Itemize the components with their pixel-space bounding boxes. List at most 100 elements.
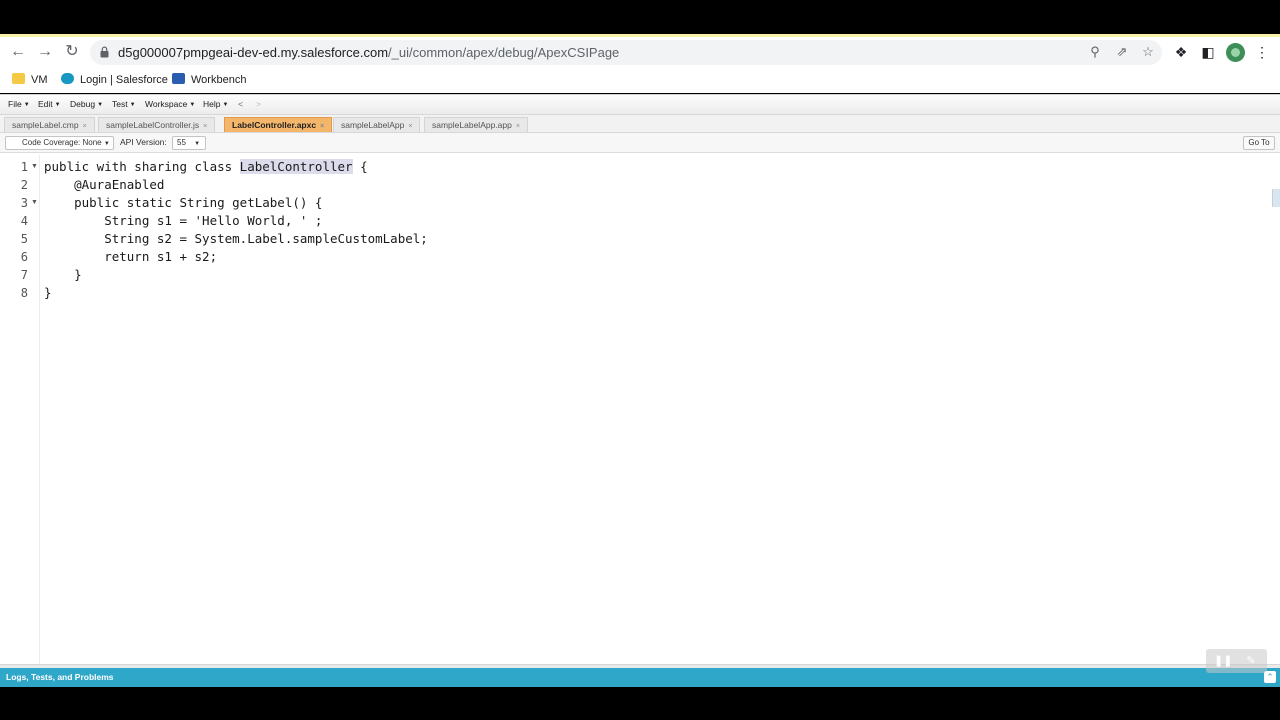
code-text: public with sharing class bbox=[44, 159, 240, 174]
menu-edit[interactable]: Edit ▼ bbox=[38, 99, 61, 109]
workbench-cube-icon bbox=[172, 73, 185, 84]
tab-label: LabelController.apxc bbox=[232, 120, 317, 130]
screen: ← → ↻ d5g000007pmpgeai-dev-ed.my.salesfo… bbox=[0, 0, 1280, 720]
caret-down-icon: ▼ bbox=[222, 102, 229, 108]
lock-icon bbox=[100, 46, 109, 58]
forward-arrow-icon[interactable]: → bbox=[35, 42, 55, 62]
line-number: 2 bbox=[20, 178, 28, 192]
salesforce-cloud-icon bbox=[61, 73, 74, 84]
bookmark-login-salesforce[interactable]: Login | Salesforce bbox=[61, 72, 168, 88]
line-number-gutter: 1 ▼ 2 3 ▼ 4 5 6 7 8 bbox=[0, 155, 40, 664]
close-icon[interactable]: × bbox=[83, 123, 87, 130]
side-panel-icon[interactable]: ◧ bbox=[1199, 43, 1217, 61]
line-number: 7 bbox=[20, 268, 28, 282]
url-host: d5g000007pmpgeai-dev-ed.my.salesforce.co… bbox=[118, 45, 389, 60]
selected-class-name: LabelController bbox=[239, 159, 353, 174]
code-text: { bbox=[352, 159, 368, 174]
tab-samplelabel-cmp[interactable]: sampleLabel.cmp × bbox=[4, 117, 95, 132]
caret-down-icon: ▼ bbox=[103, 141, 110, 147]
code-line: public with sharing class LabelControlle… bbox=[44, 158, 368, 176]
code-line: public static String getLabel() { bbox=[44, 195, 323, 210]
history-back-icon[interactable]: < bbox=[238, 99, 243, 109]
fold-arrow-icon[interactable]: ▼ bbox=[31, 158, 38, 176]
folder-icon bbox=[12, 73, 25, 84]
tab-label: sampleLabelApp bbox=[341, 120, 405, 130]
menu-help[interactable]: Help ▼ bbox=[203, 99, 228, 109]
code-coverage-select[interactable]: Code Coverage: None ▼ bbox=[5, 136, 114, 150]
code-editor[interactable]: 1 ▼ 2 3 ▼ 4 5 6 7 8 public with sharing … bbox=[0, 155, 1280, 664]
caret-down-icon: ▼ bbox=[97, 102, 104, 108]
line-number: 8 bbox=[20, 286, 28, 300]
bookmark-workbench[interactable]: Workbench bbox=[172, 72, 246, 88]
caret-down-icon: ▼ bbox=[129, 102, 136, 108]
zoom-search-icon[interactable]: ⚲ bbox=[1086, 43, 1104, 61]
developer-console: File ▼ Edit ▼ Debug ▼ Test ▼ Workspace ▼ Help… bbox=[0, 94, 1280, 687]
bookmark-label: Login | Salesforce bbox=[80, 74, 168, 86]
line-number: 3 bbox=[20, 196, 28, 210]
menu-bar: File ▼ Edit ▼ Debug ▼ Test ▼ Workspace ▼ Help… bbox=[0, 95, 1280, 115]
bottom-panel-bar[interactable]: Logs, Tests, and Problems ⌃ bbox=[0, 668, 1280, 687]
extensions-puzzle-icon[interactable]: ❖ bbox=[1172, 43, 1190, 61]
video-controls-overlay: ❚❚ ✎ bbox=[1206, 649, 1267, 673]
bottom-panel-title: Logs, Tests, and Problems bbox=[6, 672, 114, 682]
line-number: 1 bbox=[20, 160, 28, 174]
reload-icon[interactable]: ↻ bbox=[62, 42, 82, 62]
close-icon[interactable]: × bbox=[408, 123, 412, 130]
coverage-value: Code Coverage: None bbox=[22, 138, 102, 147]
back-arrow-icon[interactable]: ← bbox=[8, 42, 28, 62]
code-line: } bbox=[44, 285, 52, 300]
menu-label: Debug bbox=[70, 99, 96, 109]
address-bar[interactable]: d5g000007pmpgeai-dev-ed.my.salesforce.co… bbox=[90, 40, 1162, 65]
tab-label: sampleLabelApp.app bbox=[432, 120, 512, 130]
line-number: 6 bbox=[20, 250, 28, 264]
caret-down-icon: ▼ bbox=[194, 141, 201, 147]
url-text: d5g000007pmpgeai-dev-ed.my.salesforce.co… bbox=[118, 45, 619, 60]
menu-test[interactable]: Test ▼ bbox=[112, 99, 136, 109]
fold-arrow-icon[interactable]: ▼ bbox=[31, 194, 38, 212]
menu-label: Help bbox=[203, 99, 221, 109]
code-line: return s1 + s2; bbox=[44, 249, 218, 264]
api-version-value: 55 bbox=[177, 138, 186, 147]
api-version-select[interactable]: 55 ▼ bbox=[172, 136, 206, 150]
caret-down-icon: ▼ bbox=[54, 102, 61, 108]
expand-panel-icon[interactable]: ⌃ bbox=[1264, 671, 1276, 683]
history-forward-icon[interactable]: > bbox=[256, 99, 261, 109]
close-icon[interactable]: × bbox=[516, 123, 520, 130]
menu-label: Workspace bbox=[145, 99, 188, 109]
file-tabs: sampleLabel.cmp × sampleLabelController.j… bbox=[0, 115, 1280, 133]
scrollbar-thumb[interactable] bbox=[1272, 189, 1280, 207]
caret-down-icon: ▼ bbox=[189, 102, 196, 108]
more-menu-icon[interactable]: ⋮ bbox=[1253, 43, 1271, 61]
editor-toolbar: Code Coverage: None ▼ API Version: 55 ▼ … bbox=[0, 133, 1280, 153]
caret-down-icon: ▼ bbox=[23, 102, 30, 108]
bookmark-label: Workbench bbox=[191, 74, 247, 86]
tab-samplelabelcontroller-js[interactable]: sampleLabelController.js × bbox=[98, 117, 216, 132]
menu-label: File bbox=[8, 99, 22, 109]
address-row: ← → ↻ d5g000007pmpgeai-dev-ed.my.salesfo… bbox=[0, 37, 1280, 67]
menu-workspace[interactable]: Workspace ▼ bbox=[145, 99, 195, 109]
code-line: String s1 = 'Hello World, ' ; bbox=[44, 213, 323, 228]
tab-label: sampleLabel.cmp bbox=[12, 120, 79, 130]
menu-label: Edit bbox=[38, 99, 53, 109]
share-icon[interactable]: ⇗ bbox=[1113, 43, 1131, 61]
close-icon[interactable]: × bbox=[203, 123, 207, 130]
profile-avatar[interactable] bbox=[1226, 43, 1245, 62]
edit-icon[interactable]: ✎ bbox=[1244, 654, 1258, 668]
tab-samplelabelapp-app[interactable]: sampleLabelApp.app × bbox=[424, 117, 528, 132]
tab-labelcontroller-apxc[interactable]: LabelController.apxc × bbox=[224, 117, 333, 132]
url-path: /_ui/common/apex/debug/ApexCSIPage bbox=[388, 45, 620, 60]
code-line: @AuraEnabled bbox=[44, 177, 165, 192]
tab-label: sampleLabelController.js bbox=[106, 120, 200, 130]
bookmark-vm[interactable]: VM bbox=[12, 72, 48, 88]
menu-file[interactable]: File ▼ bbox=[8, 99, 30, 109]
line-number: 5 bbox=[20, 232, 28, 246]
menu-debug[interactable]: Debug ▼ bbox=[70, 99, 103, 109]
menu-label: Test bbox=[112, 99, 128, 109]
go-to-button[interactable]: Go To bbox=[1243, 136, 1275, 150]
code-line: String s2 = System.Label.sampleCustomLab… bbox=[44, 231, 428, 246]
pause-icon[interactable]: ❚❚ bbox=[1214, 654, 1232, 668]
api-version-label: API Version: bbox=[120, 137, 167, 147]
bookmark-star-icon[interactable]: ☆ bbox=[1139, 43, 1157, 61]
tab-samplelabelapp[interactable]: sampleLabelApp × bbox=[333, 117, 421, 132]
close-icon[interactable]: × bbox=[320, 123, 324, 130]
